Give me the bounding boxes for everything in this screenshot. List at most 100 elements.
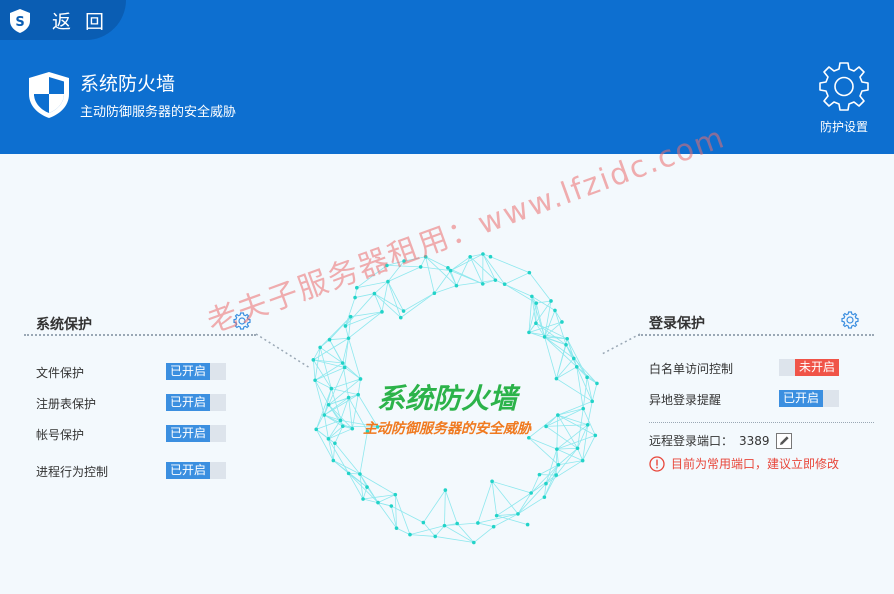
svg-text:S: S [15,15,24,30]
toggle-status: 已开启 [166,394,210,411]
globe-node [527,270,532,275]
globe-line [409,534,436,537]
page-subtitle: 主动防御服务器的安全威胁 [80,104,237,120]
remote-port-label: 远程登录端口： [649,434,734,448]
toggle-status: 已开启 [779,390,823,407]
globe-node [421,520,426,525]
globe-node [581,406,586,411]
globe-node [530,294,534,299]
globe-node [593,433,598,438]
globe-node [380,310,384,314]
globe-node [442,523,447,528]
protection-settings-button[interactable]: 防护设置 [816,60,872,135]
globe-line [566,338,588,378]
globe-node [595,381,599,386]
globe-node [433,534,438,539]
back-button[interactable]: S 返 回 [8,7,108,34]
globe-line [495,279,533,297]
gear-icon [819,62,869,111]
globe-node [331,458,336,463]
globe-node [327,337,332,342]
globe-node [534,321,538,326]
globe-node [476,521,480,525]
edit-port-icon[interactable] [775,432,792,449]
toggle-status: 已开启 [166,425,210,442]
registry-protection-toggle[interactable]: 已开启 [166,394,226,411]
remote-login-alert-toggle[interactable]: 已开启 [779,390,839,407]
file-protection-toggle[interactable]: 已开启 [166,363,226,380]
globe-line [348,311,383,339]
globe-line [450,253,484,271]
system-protection-connector [255,333,311,369]
globe-node [343,324,348,328]
globe-node [322,413,327,417]
globe-line [528,437,558,450]
whitelist-access-toggle[interactable]: 未开启 [779,359,839,376]
globe-node [529,491,533,495]
globe-node [346,336,351,341]
globe-line [456,523,475,543]
title-block: 系统防火墙 主动防御服务器的安全威胁 [26,70,236,120]
globe-node [353,295,357,300]
globe-node [585,375,589,380]
globe-line [544,336,557,379]
account-protection-label: 帐号保护 [36,428,85,442]
globe-node [574,365,579,369]
globe-line [490,256,530,274]
globe-line [555,449,558,476]
system-protection-title: 系统保护 [36,317,92,333]
globe-node [555,447,559,451]
globe-line [332,443,336,461]
globe-line [374,293,383,312]
globe-line [591,383,598,402]
globe-node [408,532,412,537]
globe-node [480,282,485,286]
header-bar: S 返 回 系统防火墙 主动防御服务器的安全威胁 防护设置 [0,0,894,154]
globe-node [502,282,507,287]
globe-line [400,292,435,318]
globe-node [560,320,564,324]
login-protection-gear-icon[interactable] [841,311,859,329]
globe-node [585,422,590,427]
globe-node [542,335,547,339]
globe-line [496,492,532,517]
toggle-status: 已开启 [166,363,210,380]
globe-node [318,345,322,350]
center-subtitle: 主动防御服务器的安全威胁 [363,421,531,437]
whitelist-access-label: 白名单访问控制 [649,362,734,376]
registry-protection-label: 注册表保护 [36,397,97,411]
globe-node [571,356,576,361]
back-label: 返 回 [52,11,109,33]
globe-line [477,481,493,524]
globe-node [372,291,377,296]
globe-node [365,485,369,489]
toggle-status: 已开启 [166,462,210,479]
process-control-toggle[interactable]: 已开启 [166,462,226,479]
globe-line [473,526,494,543]
globe-line [491,480,532,494]
globe-node [481,252,485,256]
globe-node [393,492,398,497]
globe-node [333,441,337,446]
globe-line [345,325,349,339]
globe-node [386,279,390,284]
globe-node [472,540,476,545]
globe-line [420,266,451,272]
globe-node [534,301,539,305]
globe-node [446,266,450,270]
globe-line [348,338,361,380]
globe-line [314,380,325,416]
globe-node [394,526,399,530]
globe-node [361,497,365,501]
globe-node [525,522,530,527]
port-divider [649,422,874,423]
page-title: 系统防火墙 [80,72,176,95]
globe-line [334,443,361,475]
globe-node [455,521,459,526]
account-protection-toggle[interactable]: 已开启 [166,425,226,442]
port-warning-text: 目前为常用端口，建议立即修改 [671,457,840,471]
globe-line [423,522,436,537]
globe-line [434,285,457,294]
globe-node [565,336,569,341]
globe-line [423,489,446,523]
